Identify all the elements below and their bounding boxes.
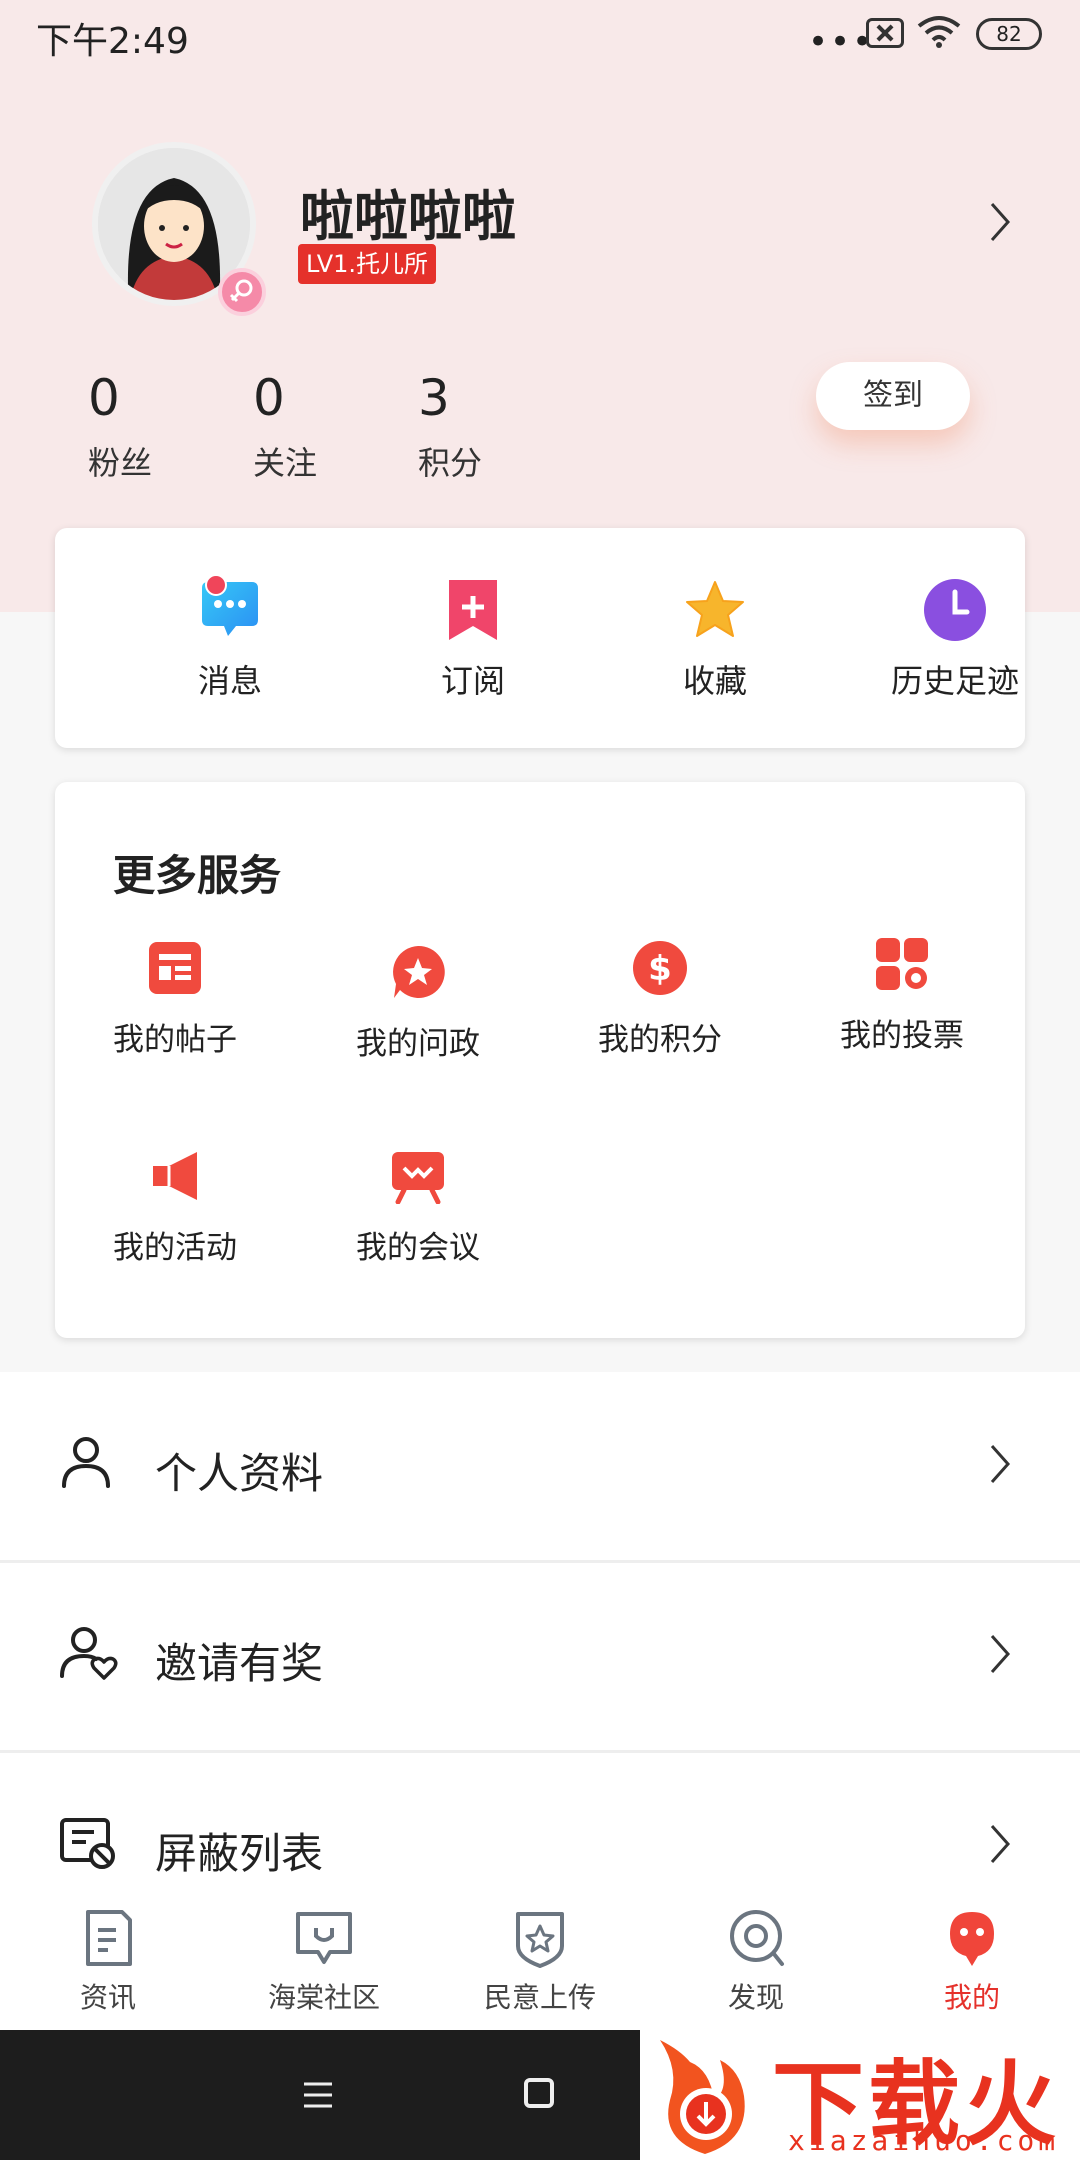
chevron-right-icon[interactable] <box>988 200 1012 244</box>
tab-news[interactable]: 资讯 <box>8 1908 208 2016</box>
tab-upload[interactable]: 民意上传 <box>440 1908 640 2016</box>
star-icon <box>683 578 747 642</box>
service-label: 我的帖子 <box>113 1022 237 1058</box>
mine-icon <box>950 1912 994 1966</box>
settings-list: 个人资料 邀请有奖 屏蔽列表 <box>0 1372 1080 1900</box>
status-time: 下午2:49 <box>36 21 189 62</box>
tab-community[interactable]: 海棠社区 <box>224 1908 424 2016</box>
tab-label: 资讯 <box>79 1981 136 2014</box>
stat-points[interactable]: 3 积分 <box>418 368 538 484</box>
more-dots-icon: ••• <box>808 22 875 62</box>
points-icon: $ <box>632 940 688 996</box>
service-my-posts[interactable]: 我的帖子 <box>75 940 275 1059</box>
tab-label: 发现 <box>727 1981 784 2014</box>
female-icon <box>218 268 266 316</box>
list-item-profile[interactable]: 个人资料 <box>0 1372 1080 1560</box>
service-label: 我的会议 <box>356 1230 480 1266</box>
chevron-right-icon <box>990 1445 1011 1483</box>
svg-text:$: $ <box>648 949 672 989</box>
unread-dot <box>205 574 227 596</box>
service-my-inquiry[interactable]: 我的问政 <box>318 944 518 1063</box>
tab-discover[interactable]: 发现 <box>656 1908 856 2016</box>
service-my-points[interactable]: $ 我的积分 <box>560 940 760 1059</box>
more-services-card: 更多服务 我的帖子 我的问政 $ 我的积分 我的投票 我的活动 我的会议 <box>55 782 1025 1338</box>
flame-logo-icon <box>660 2040 745 2154</box>
upload-icon <box>516 1912 564 1968</box>
no-sim-icon <box>866 18 904 48</box>
profile-header-background <box>0 0 1080 612</box>
status-bar: 下午2:49 ••• 82 <box>0 0 1080 70</box>
quick-item-messages[interactable]: 消息 <box>140 578 320 702</box>
person-icon <box>62 1437 110 1488</box>
list-item-label: 屏蔽列表 <box>155 1829 324 1878</box>
quick-item-label: 订阅 <box>440 662 505 700</box>
service-label: 我的投票 <box>840 1018 964 1054</box>
activity-icon <box>147 1148 203 1204</box>
stat-value: 0 <box>253 369 285 427</box>
wifi-icon <box>917 16 961 48</box>
services-title: 更多服务 <box>113 851 282 900</box>
tab-label: 我的 <box>943 1981 1000 2014</box>
meeting-icon <box>390 1148 446 1205</box>
list-item-label: 邀请有奖 <box>155 1639 324 1688</box>
quick-item-label: 历史足迹 <box>890 662 1019 700</box>
tab-label: 海棠社区 <box>267 1981 380 2014</box>
discover-icon <box>730 1910 784 1966</box>
vote-icon <box>874 936 930 992</box>
posts-icon <box>147 940 203 996</box>
stat-label: 关注 <box>253 444 318 482</box>
invite-icon <box>60 1627 118 1680</box>
chevron-right-icon <box>990 1825 1011 1863</box>
tab-label: 民意上传 <box>483 1981 596 2014</box>
service-my-meetings[interactable]: 我的会议 <box>318 1148 518 1267</box>
quick-item-favorites[interactable]: 收藏 <box>625 578 805 702</box>
stat-label: 粉丝 <box>88 444 153 482</box>
inquiry-icon <box>390 944 446 1000</box>
quick-item-history[interactable]: 历史足迹 <box>865 578 1045 702</box>
quick-item-label: 收藏 <box>682 662 747 700</box>
level-badge: LV1.托儿所 <box>298 244 437 284</box>
chevron-right-icon <box>990 1635 1011 1673</box>
quick-actions-card: 消息 订阅 收藏 历史足迹 <box>55 528 1025 748</box>
bottom-nav: 资讯 海棠社区 民意上传 发现 我的 <box>0 1890 1080 2030</box>
menu-icon[interactable] <box>302 2080 334 2110</box>
stat-value: 0 <box>88 369 120 427</box>
user-name[interactable]: 啦啦啦啦 <box>300 172 516 251</box>
watermark-logo: 下载火 xiazaihuo.com <box>640 2030 1080 2160</box>
clock-icon <box>923 578 987 642</box>
community-icon <box>296 1912 352 1964</box>
service-label: 我的活动 <box>113 1230 237 1266</box>
subscribe-icon <box>441 578 505 642</box>
stat-label: 积分 <box>418 444 483 482</box>
news-icon <box>86 1910 132 1966</box>
tab-mine[interactable]: 我的 <box>872 1908 1072 2016</box>
battery-icon: 82 <box>976 18 1042 50</box>
quick-item-subscribe[interactable]: 订阅 <box>383 578 563 702</box>
service-label: 我的问政 <box>356 1026 480 1062</box>
stat-fans[interactable]: 0 粉丝 <box>88 368 208 484</box>
service-label: 我的积分 <box>598 1022 722 1058</box>
watermark-url: xiazaihuo.com <box>788 2124 1060 2157</box>
service-my-activities[interactable]: 我的活动 <box>75 1148 275 1267</box>
block-list-icon <box>60 1818 115 1869</box>
quick-item-label: 消息 <box>197 662 262 700</box>
list-item-invite[interactable]: 邀请有奖 <box>0 1562 1080 1750</box>
home-icon[interactable] <box>524 2078 554 2108</box>
stat-following[interactable]: 0 关注 <box>253 368 373 484</box>
stat-value: 3 <box>418 369 450 427</box>
checkin-button[interactable]: 签到 <box>816 362 970 430</box>
service-my-votes[interactable]: 我的投票 <box>802 936 1002 1055</box>
list-item-label: 个人资料 <box>155 1449 324 1498</box>
